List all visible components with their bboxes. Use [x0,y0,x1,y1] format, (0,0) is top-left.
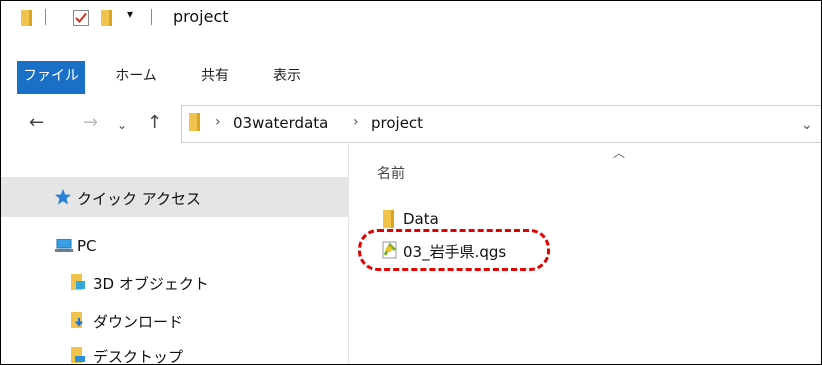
annotation-highlight-circle [358,229,550,271]
breadcrumb-separator-icon[interactable]: › [353,114,359,130]
recent-locations-chevron-icon[interactable]: ⌄ [117,115,127,135]
pc-icon [55,239,73,253]
nav-item-label: PC [77,237,97,255]
folder-icon [383,210,395,228]
properties-checkbox-icon[interactable] [73,10,89,26]
address-dropdown-chevron-icon[interactable]: ⌄ [801,117,813,133]
nav-item-label: 3D オブジェクト [93,275,209,293]
folder-3d-icon [71,274,85,290]
back-arrow-icon[interactable]: ← [29,113,44,133]
folder-icon [189,113,201,131]
title-separator [45,9,46,25]
new-folder-icon[interactable] [101,10,113,26]
breadcrumb-separator-icon[interactable]: › [215,114,221,130]
tab-file[interactable]: ファイル [17,61,85,94]
tab-view[interactable]: 表示 [267,61,307,94]
file-name: Data [403,210,439,228]
nav-item-label: ダウンロード [93,313,184,331]
title-bar: ▾ project [1,1,821,35]
title-separator [151,9,152,25]
folder-icon [21,10,33,26]
up-arrow-icon[interactable]: ↑ [147,113,162,133]
sort-ascending-icon: ︿ [613,146,626,160]
download-folder-icon [71,312,85,328]
window-title: project [173,7,229,26]
tab-home[interactable]: ホーム [111,61,161,94]
star-icon [55,189,71,205]
nav-item-label: クイック アクセス [77,190,202,208]
forward-arrow-icon[interactable]: → [83,113,98,133]
column-header-name[interactable]: 名前 [377,163,405,183]
explorer-window: ▾ project ファイル ホーム 共有 表示 ← → ⌄ ↑ › 03wat… [0,0,822,365]
breadcrumb-project[interactable]: project [371,114,423,132]
customize-toolbar-icon[interactable]: ▾ [127,7,133,21]
desktop-folder-icon [71,347,85,363]
breadcrumb-03waterdata[interactable]: 03waterdata [233,114,328,132]
nav-item-label: デスクトップ [93,348,184,365]
tab-share[interactable]: 共有 [195,61,235,94]
